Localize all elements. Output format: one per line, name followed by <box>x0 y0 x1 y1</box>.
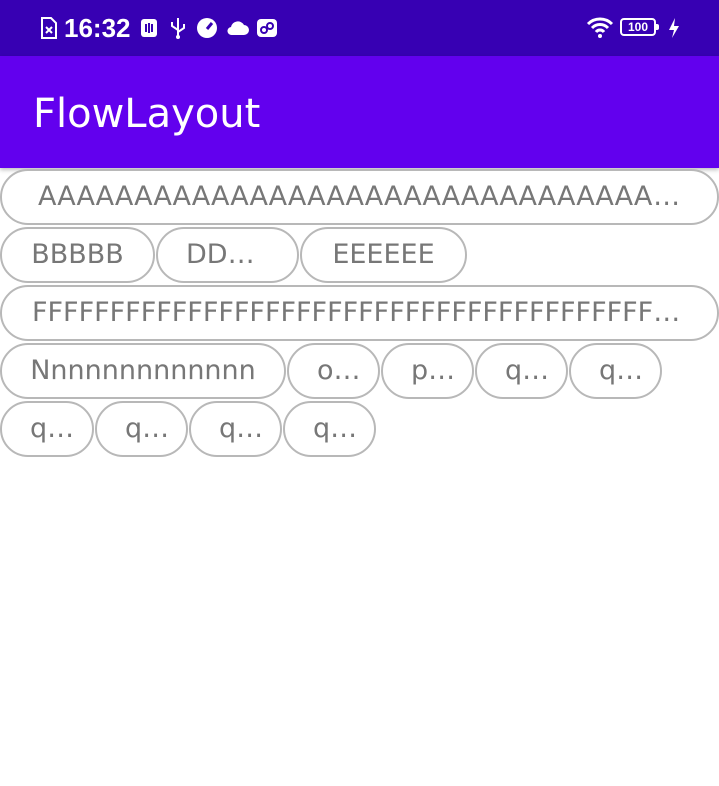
tag-chip[interactable]: qq <box>189 401 282 457</box>
flow-row: qq qq qq qq <box>0 400 719 458</box>
tag-chip[interactable]: FFFFFFFFFFFFFFFFFFFFFFFFFFFFFFFFFFFFFFFF… <box>0 285 719 341</box>
wifi-icon <box>586 16 614 40</box>
speedometer-icon <box>196 16 218 40</box>
tag-chip[interactable]: EEEEEE <box>300 227 467 283</box>
tag-chip[interactable]: qq <box>569 343 662 399</box>
tag-chip[interactable]: AAAAAAAAAAAAAAAAAAAAAAAAAAAAAAAAAAAAAAAA… <box>0 169 719 225</box>
tag-chip[interactable]: qq <box>95 401 188 457</box>
usb-debug-icon <box>138 16 160 40</box>
flow-row: BBBBB DDDD EEEEEE <box>0 226 719 284</box>
cloud-icon <box>226 16 249 40</box>
flow-row: Nnnnnnnnnnnnn oo pp qq qq <box>0 342 719 400</box>
status-bar: 16:32 100 <box>0 0 719 56</box>
clock: 16:32 <box>64 13 131 43</box>
charging-icon <box>666 16 682 40</box>
tag-chip[interactable]: oo <box>287 343 380 399</box>
flow-row: AAAAAAAAAAAAAAAAAAAAAAAAAAAAAAAAAAAAAAAA… <box>0 168 719 226</box>
usb-icon <box>167 16 189 40</box>
file-x-icon <box>38 16 60 40</box>
tag-chip[interactable]: Nnnnnnnnnnnnn <box>0 343 286 399</box>
tag-chip[interactable]: qq <box>0 401 94 457</box>
tag-chip[interactable]: DDDD <box>156 227 299 283</box>
flow-row: FFFFFFFFFFFFFFFFFFFFFFFFFFFFFFFFFFFFFFFF… <box>0 284 719 342</box>
battery-icon: 100 <box>620 18 659 36</box>
tag-chip[interactable]: pp <box>381 343 474 399</box>
app-title: FlowLayout <box>33 91 261 137</box>
tag-chip[interactable]: BBBBB <box>0 227 155 283</box>
tag-chip[interactable]: qq <box>475 343 568 399</box>
tag-chip[interactable]: qq <box>283 401 376 457</box>
app-bar: FlowLayout <box>0 56 719 168</box>
screen-cast-icon <box>256 16 278 40</box>
